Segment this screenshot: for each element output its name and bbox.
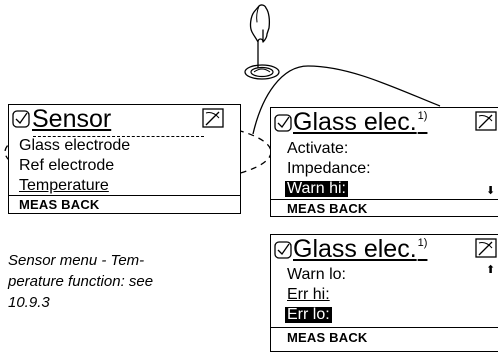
glass-panel-title: Glass elec.1) [293,108,428,136]
menu-item-temperature[interactable]: Temperature [19,178,109,194]
up-arrow-icon: ⬆ [486,264,496,276]
down-arrow-icon: ⬇ [486,185,496,197]
softkeys-label: MEAS BACK [287,201,368,216]
glass-elec-panel-2: Glass elec.1) Warn lo: ⬆ Err hi: Err lo:… [270,234,498,352]
softkeys-label: MEAS BACK [19,197,100,212]
sensor-menu-panel: Sensor Glass electrode Ref electrode Tem… [8,104,241,214]
sensor-panel-title: Sensor [32,105,112,133]
menu-item-err-hi[interactable]: Err hi: [287,287,330,303]
softkeys-label: MEAS BACK [287,330,368,345]
menu-item-warn-hi[interactable]: Warn hi: [285,181,348,197]
caption-line: Sensor menu - Tem- [8,252,145,269]
glass-elec-panel-1: Glass elec.1) Activate: Impedance: Warn … [270,107,498,217]
glass-panel-title: Glass elec.1) [293,235,428,263]
checkbox-icon [274,114,292,132]
checkbox-icon [12,110,30,128]
caption-line: perature function: see [8,273,154,290]
menu-item-impedance[interactable]: Impedance: [287,161,371,177]
checkbox-icon [274,241,292,259]
hand-press-knob-icon [244,4,280,80]
caption-line: 10.9.3 [8,294,50,311]
figure-caption: Sensor menu - Tem- perature function: se… [8,250,183,313]
gauge-icon [475,238,497,258]
menu-item-glass-electrode[interactable]: Glass electrode [19,138,130,154]
gauge-icon [475,111,497,131]
menu-item-ref-electrode[interactable]: Ref electrode [19,158,114,174]
menu-item-warn-lo[interactable]: Warn lo: [287,267,346,283]
gauge-icon [202,108,224,128]
menu-item-activate[interactable]: Activate: [287,141,348,157]
menu-item-err-lo[interactable]: Err lo: [285,307,332,323]
